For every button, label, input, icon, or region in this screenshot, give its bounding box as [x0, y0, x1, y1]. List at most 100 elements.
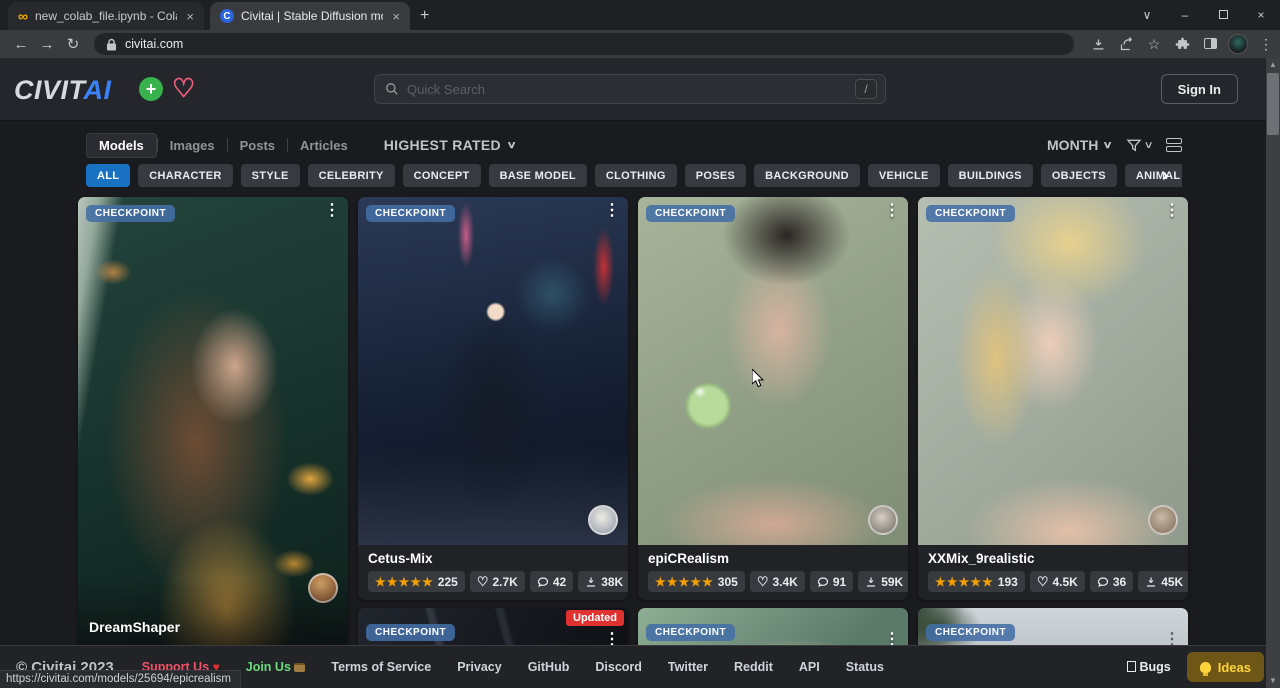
creator-avatar[interactable]: [588, 505, 618, 535]
bug-icon: [1127, 661, 1136, 672]
chip-objects[interactable]: OBJECTS: [1041, 164, 1117, 187]
window-minimize-button[interactable]: –: [1166, 8, 1204, 22]
chip-celebrity[interactable]: CELEBRITY: [308, 164, 395, 187]
model-card-epicrealism[interactable]: CHECKPOINT ⋮ epiCRealism ★★★★★305 ♡3.4K …: [638, 197, 908, 600]
bugs-link[interactable]: Bugs: [1127, 660, 1171, 674]
creator-avatar[interactable]: [1148, 505, 1178, 535]
search-placeholder: Quick Search: [407, 82, 855, 97]
creator-avatar[interactable]: [868, 505, 898, 535]
ideas-button[interactable]: Ideas: [1187, 652, 1264, 682]
search-input[interactable]: Quick Search /: [374, 74, 886, 104]
chip-poses[interactable]: POSES: [685, 164, 746, 187]
address-bar[interactable]: civitai.com: [94, 33, 1074, 55]
downloads-pill: 59K: [858, 571, 908, 592]
window-controls: ∨ – ×: [1128, 0, 1280, 30]
heart-icon: ♡: [757, 575, 769, 588]
chips-scroll-right-icon[interactable]: ›: [1162, 164, 1168, 187]
footer-link-terms[interactable]: Terms of Service: [331, 660, 431, 674]
chip-base-model[interactable]: BASE MODEL: [489, 164, 587, 187]
comment-icon: [537, 576, 549, 588]
comments-count: 36: [1113, 575, 1126, 589]
filter-funnel-dropdown[interactable]: ∨: [1126, 137, 1152, 153]
footer-link-twitter[interactable]: Twitter: [668, 660, 708, 674]
chip-concept[interactable]: CONCEPT: [403, 164, 481, 187]
model-type-badge: CHECKPOINT: [366, 205, 455, 222]
rating-pill: ★★★★★225: [368, 571, 465, 592]
back-button[interactable]: ←: [8, 36, 34, 53]
chevron-down-icon: ∨: [1143, 140, 1153, 151]
sign-in-button[interactable]: Sign In: [1161, 74, 1238, 104]
chip-background[interactable]: BACKGROUND: [754, 164, 860, 187]
window-maximize-button[interactable]: [1204, 8, 1242, 22]
footer-link-join-us[interactable]: Join Us: [246, 660, 306, 674]
model-card-cetus-mix[interactable]: CHECKPOINT ⋮ Cetus-Mix ★★★★★225 ♡2.7K 42…: [358, 197, 628, 600]
comments-count: 91: [833, 575, 846, 589]
scrollbar-up-icon[interactable]: ▲: [1266, 58, 1280, 72]
period-dropdown[interactable]: MONTH ∨: [1047, 137, 1112, 153]
download-page-icon[interactable]: [1088, 36, 1108, 53]
card-menu-kebab-icon[interactable]: ⋮: [324, 203, 340, 219]
chip-animal[interactable]: ANIMAL: [1125, 164, 1182, 187]
browser-tab-colab[interactable]: ∞ new_colab_file.ipynb - Colaborat ×: [8, 2, 204, 30]
tab-close-icon[interactable]: ×: [390, 9, 402, 24]
chip-buildings[interactable]: BUILDINGS: [948, 164, 1033, 187]
civitai-logo[interactable]: CIVITAI: [14, 75, 112, 106]
side-panel-icon[interactable]: [1200, 36, 1220, 52]
tab-images[interactable]: Images: [158, 134, 227, 157]
star-icons: ★★★★★: [655, 576, 714, 588]
favorites-heart-icon[interactable]: ♡: [172, 73, 195, 104]
chip-clothing[interactable]: CLOTHING: [595, 164, 677, 187]
tab-articles[interactable]: Articles: [288, 134, 360, 157]
site-header: CIVITAI + ♡ Quick Search / Sign In: [0, 58, 1280, 121]
downloads-count: 59K: [881, 575, 903, 589]
model-card-xxmix[interactable]: CHECKPOINT ⋮ XXMix_9realistic ★★★★★193 ♡…: [918, 197, 1188, 600]
footer-link-status[interactable]: Status: [846, 660, 884, 674]
toolbar-icons: ☆ ⋮: [1088, 34, 1276, 54]
chip-all[interactable]: ALL: [86, 164, 130, 187]
model-card-dreamshaper[interactable]: CHECKPOINT ⋮ DreamShaper: [78, 197, 348, 667]
chip-style[interactable]: STYLE: [241, 164, 300, 187]
comment-icon: [1097, 576, 1109, 588]
tab-title: new_colab_file.ipynb - Colaborat: [35, 9, 177, 23]
card-menu-kebab-icon[interactable]: ⋮: [884, 203, 900, 219]
window-menu-chevron-icon[interactable]: ∨: [1128, 8, 1166, 22]
comment-icon: [817, 576, 829, 588]
tab-close-icon[interactable]: ×: [184, 9, 196, 24]
sort-dropdown[interactable]: HIGHEST RATED ∨: [384, 137, 516, 153]
star-icons: ★★★★★: [935, 576, 994, 588]
card-size-toggle-icon[interactable]: [1166, 138, 1182, 152]
rating-pill: ★★★★★305: [648, 571, 745, 592]
browser-tab-civitai[interactable]: C Civitai | Stable Diffusion models, ×: [210, 2, 410, 30]
browser-profile-avatar[interactable]: [1228, 34, 1248, 54]
footer-link-reddit[interactable]: Reddit: [734, 660, 773, 674]
scrollbar-down-icon[interactable]: ▼: [1266, 674, 1280, 688]
comments-pill: 36: [1090, 571, 1133, 592]
scrollbar-thumb[interactable]: [1267, 73, 1279, 135]
link-status-bar: https://civitai.com/models/25694/epicrea…: [0, 670, 241, 688]
reload-button[interactable]: ↻: [60, 35, 86, 53]
tab-models[interactable]: Models: [86, 133, 157, 158]
footer-link-api[interactable]: API: [799, 660, 820, 674]
chip-vehicle[interactable]: VEHICLE: [868, 164, 940, 187]
share-icon[interactable]: [1116, 36, 1136, 53]
forward-button[interactable]: →: [34, 36, 60, 53]
likes-count: 4.5K: [1052, 575, 1077, 589]
page-scrollbar[interactable]: ▲ ▼: [1266, 58, 1280, 688]
card-menu-kebab-icon[interactable]: ⋮: [1164, 203, 1180, 219]
model-preview-image: CHECKPOINT ⋮: [638, 197, 908, 545]
new-tab-button[interactable]: +: [420, 7, 429, 25]
footer-link-discord[interactable]: Discord: [595, 660, 642, 674]
model-title: XXMix_9realistic: [928, 551, 1178, 566]
card-menu-kebab-icon[interactable]: ⋮: [604, 203, 620, 219]
chip-character[interactable]: CHARACTER: [138, 164, 232, 187]
browser-menu-kebab-icon[interactable]: ⋮: [1256, 36, 1276, 53]
create-plus-button[interactable]: +: [139, 77, 163, 101]
tab-posts[interactable]: Posts: [228, 134, 287, 157]
bookmark-star-icon[interactable]: ☆: [1144, 36, 1164, 53]
footer-link-github[interactable]: GitHub: [528, 660, 570, 674]
funnel-icon: [1126, 137, 1142, 153]
extensions-puzzle-icon[interactable]: [1172, 36, 1192, 53]
url-text: civitai.com: [125, 37, 183, 51]
footer-link-privacy[interactable]: Privacy: [457, 660, 501, 674]
window-close-button[interactable]: ×: [1242, 8, 1280, 22]
